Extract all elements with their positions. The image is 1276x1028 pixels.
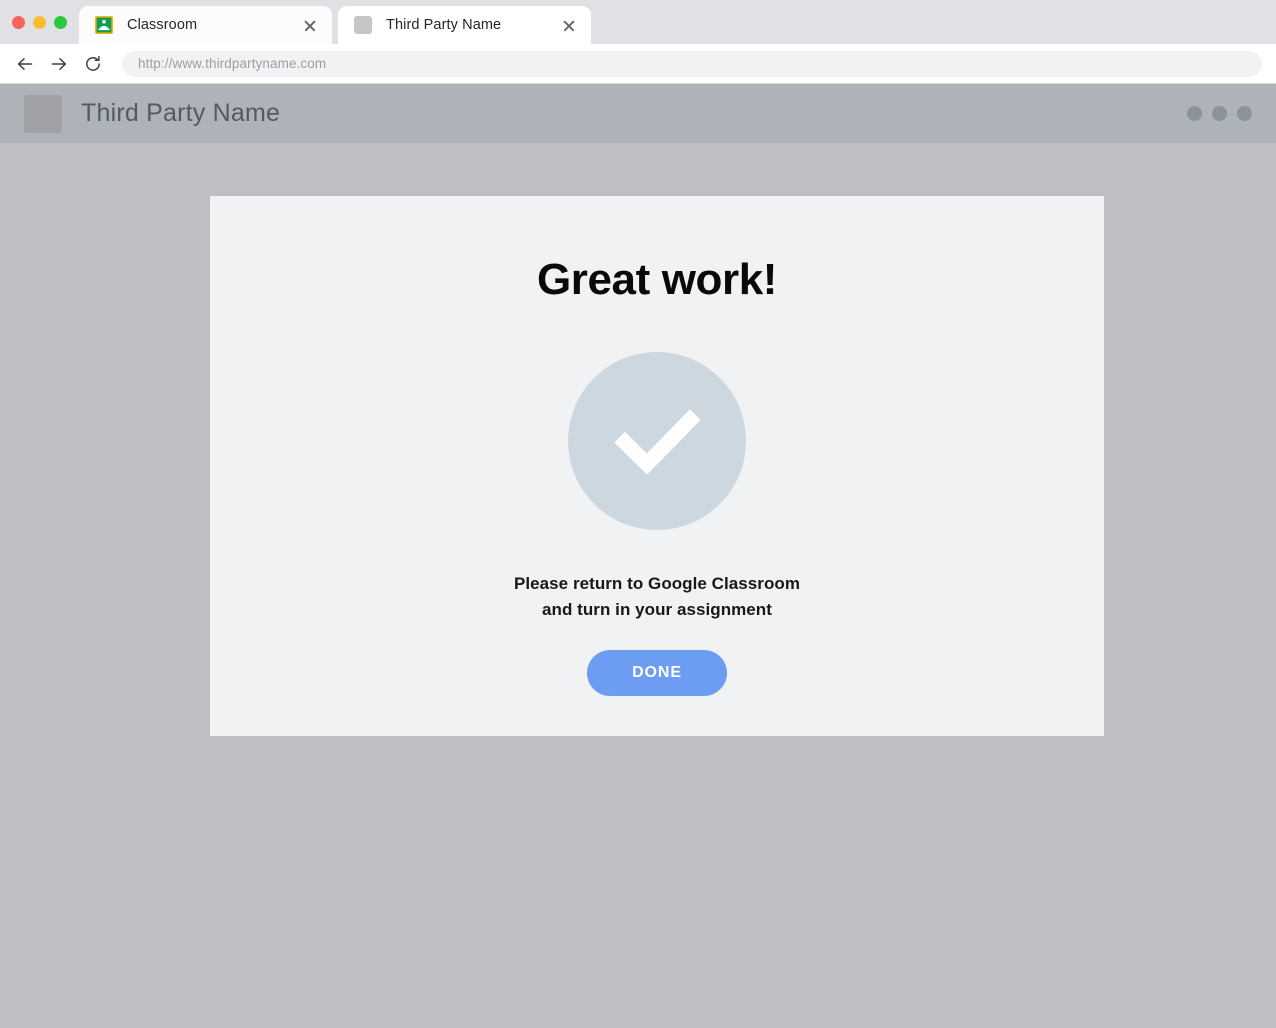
header-menu-dots[interactable] xyxy=(1187,106,1252,121)
page-viewport: Third Party Name Great work! Please retu… xyxy=(0,84,1276,1028)
dot-icon xyxy=(1187,106,1202,121)
reload-icon xyxy=(83,54,103,74)
window-controls xyxy=(0,0,79,44)
tab-list: Classroom Third Party Name xyxy=(79,0,591,44)
browser-toolbar: http://www.thirdpartyname.com xyxy=(0,44,1276,84)
forward-arrow-icon xyxy=(49,54,69,74)
tab-title: Third Party Name xyxy=(386,17,502,33)
checkmark-circle-icon xyxy=(568,352,746,530)
address-bar[interactable]: http://www.thirdpartyname.com xyxy=(122,50,1262,77)
google-classroom-icon xyxy=(95,16,113,34)
tab-third-party-name[interactable]: Third Party Name xyxy=(338,6,591,44)
minimize-window-button[interactable] xyxy=(33,15,46,29)
site-header: Third Party Name xyxy=(0,84,1276,143)
forward-button[interactable] xyxy=(44,49,74,79)
close-icon[interactable] xyxy=(559,15,579,35)
tab-classroom[interactable]: Classroom xyxy=(79,6,332,44)
instruction-line-2: and turn in your assignment xyxy=(542,600,772,619)
instruction-text: Please return to Google Classroom and tu… xyxy=(514,571,800,623)
done-button[interactable]: DONE xyxy=(587,650,727,696)
reload-button[interactable] xyxy=(78,49,108,79)
close-window-button[interactable] xyxy=(12,15,25,29)
page-title: Great work! xyxy=(536,255,778,304)
completion-card: Great work! Please return to Google Clas… xyxy=(210,196,1104,736)
back-arrow-icon xyxy=(15,54,35,74)
third-party-logo-placeholder-icon xyxy=(24,94,62,133)
placeholder-favicon-icon xyxy=(354,16,372,34)
dot-icon xyxy=(1237,106,1252,121)
browser-window: Classroom Third Party Name http://www.th… xyxy=(0,0,1276,1028)
address-bar-text: http://www.thirdpartyname.com xyxy=(138,56,327,71)
dot-icon xyxy=(1212,106,1227,121)
instruction-line-1: Please return to Google Classroom xyxy=(513,574,800,593)
close-icon[interactable] xyxy=(300,15,320,35)
maximize-window-button[interactable] xyxy=(54,15,67,29)
tab-strip: Classroom Third Party Name xyxy=(0,0,1276,44)
tab-title: Classroom xyxy=(127,17,198,33)
back-button[interactable] xyxy=(10,49,40,79)
site-title: Third Party Name xyxy=(81,99,281,127)
